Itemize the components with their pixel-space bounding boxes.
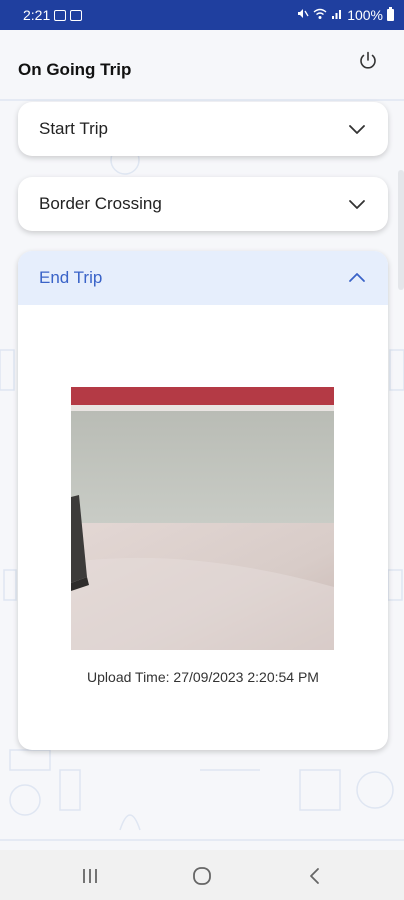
accordion-header-border-crossing[interactable]: Border Crossing bbox=[18, 177, 388, 231]
upload-time: Upload Time: 27/09/2023 2:20:54 PM bbox=[87, 669, 319, 685]
battery-icon bbox=[387, 7, 394, 21]
accordion-end-trip: End Trip Upload Time: 27/09/2023 2:20:54… bbox=[18, 251, 388, 750]
status-right: 100% bbox=[296, 7, 394, 23]
status-left: 2:21 bbox=[23, 7, 83, 23]
recent-apps-button[interactable] bbox=[78, 864, 102, 888]
accordion-header-start-trip[interactable]: Start Trip bbox=[18, 102, 388, 156]
chevron-down-icon bbox=[349, 200, 365, 209]
power-button[interactable] bbox=[357, 50, 379, 72]
notification-icon bbox=[54, 9, 67, 21]
recent-apps-icon bbox=[83, 869, 97, 883]
mute-icon bbox=[296, 7, 309, 23]
page-title: On Going Trip bbox=[18, 60, 132, 79]
accordion-label: Border Crossing bbox=[39, 194, 162, 213]
chevron-down-icon bbox=[349, 125, 365, 134]
battery-percent: 100% bbox=[347, 7, 383, 23]
accordion-header-end-trip[interactable]: End Trip bbox=[18, 251, 388, 305]
signal-icon bbox=[331, 8, 343, 23]
app-header: On Going Trip bbox=[0, 30, 404, 100]
power-icon bbox=[360, 51, 376, 69]
accordion-start-trip: Start Trip bbox=[18, 102, 388, 156]
accordion-label: Start Trip bbox=[39, 119, 108, 138]
chevron-up-icon bbox=[349, 273, 365, 282]
status-time: 2:21 bbox=[23, 7, 51, 23]
photo-image bbox=[71, 387, 334, 650]
home-icon bbox=[193, 867, 211, 885]
accordion-label: End Trip bbox=[39, 268, 103, 287]
uploaded-trip-photo[interactable] bbox=[71, 387, 334, 650]
accordion-border-crossing: Border Crossing bbox=[18, 177, 388, 231]
back-button[interactable] bbox=[303, 864, 327, 888]
status-bar: 2:21 100% bbox=[0, 0, 404, 30]
back-icon bbox=[310, 868, 319, 884]
system-nav-bar bbox=[0, 850, 404, 900]
gallery-notification-icon bbox=[70, 9, 83, 21]
wifi-icon bbox=[313, 7, 327, 23]
home-button[interactable] bbox=[190, 864, 214, 888]
scroll-indicator bbox=[398, 170, 404, 290]
